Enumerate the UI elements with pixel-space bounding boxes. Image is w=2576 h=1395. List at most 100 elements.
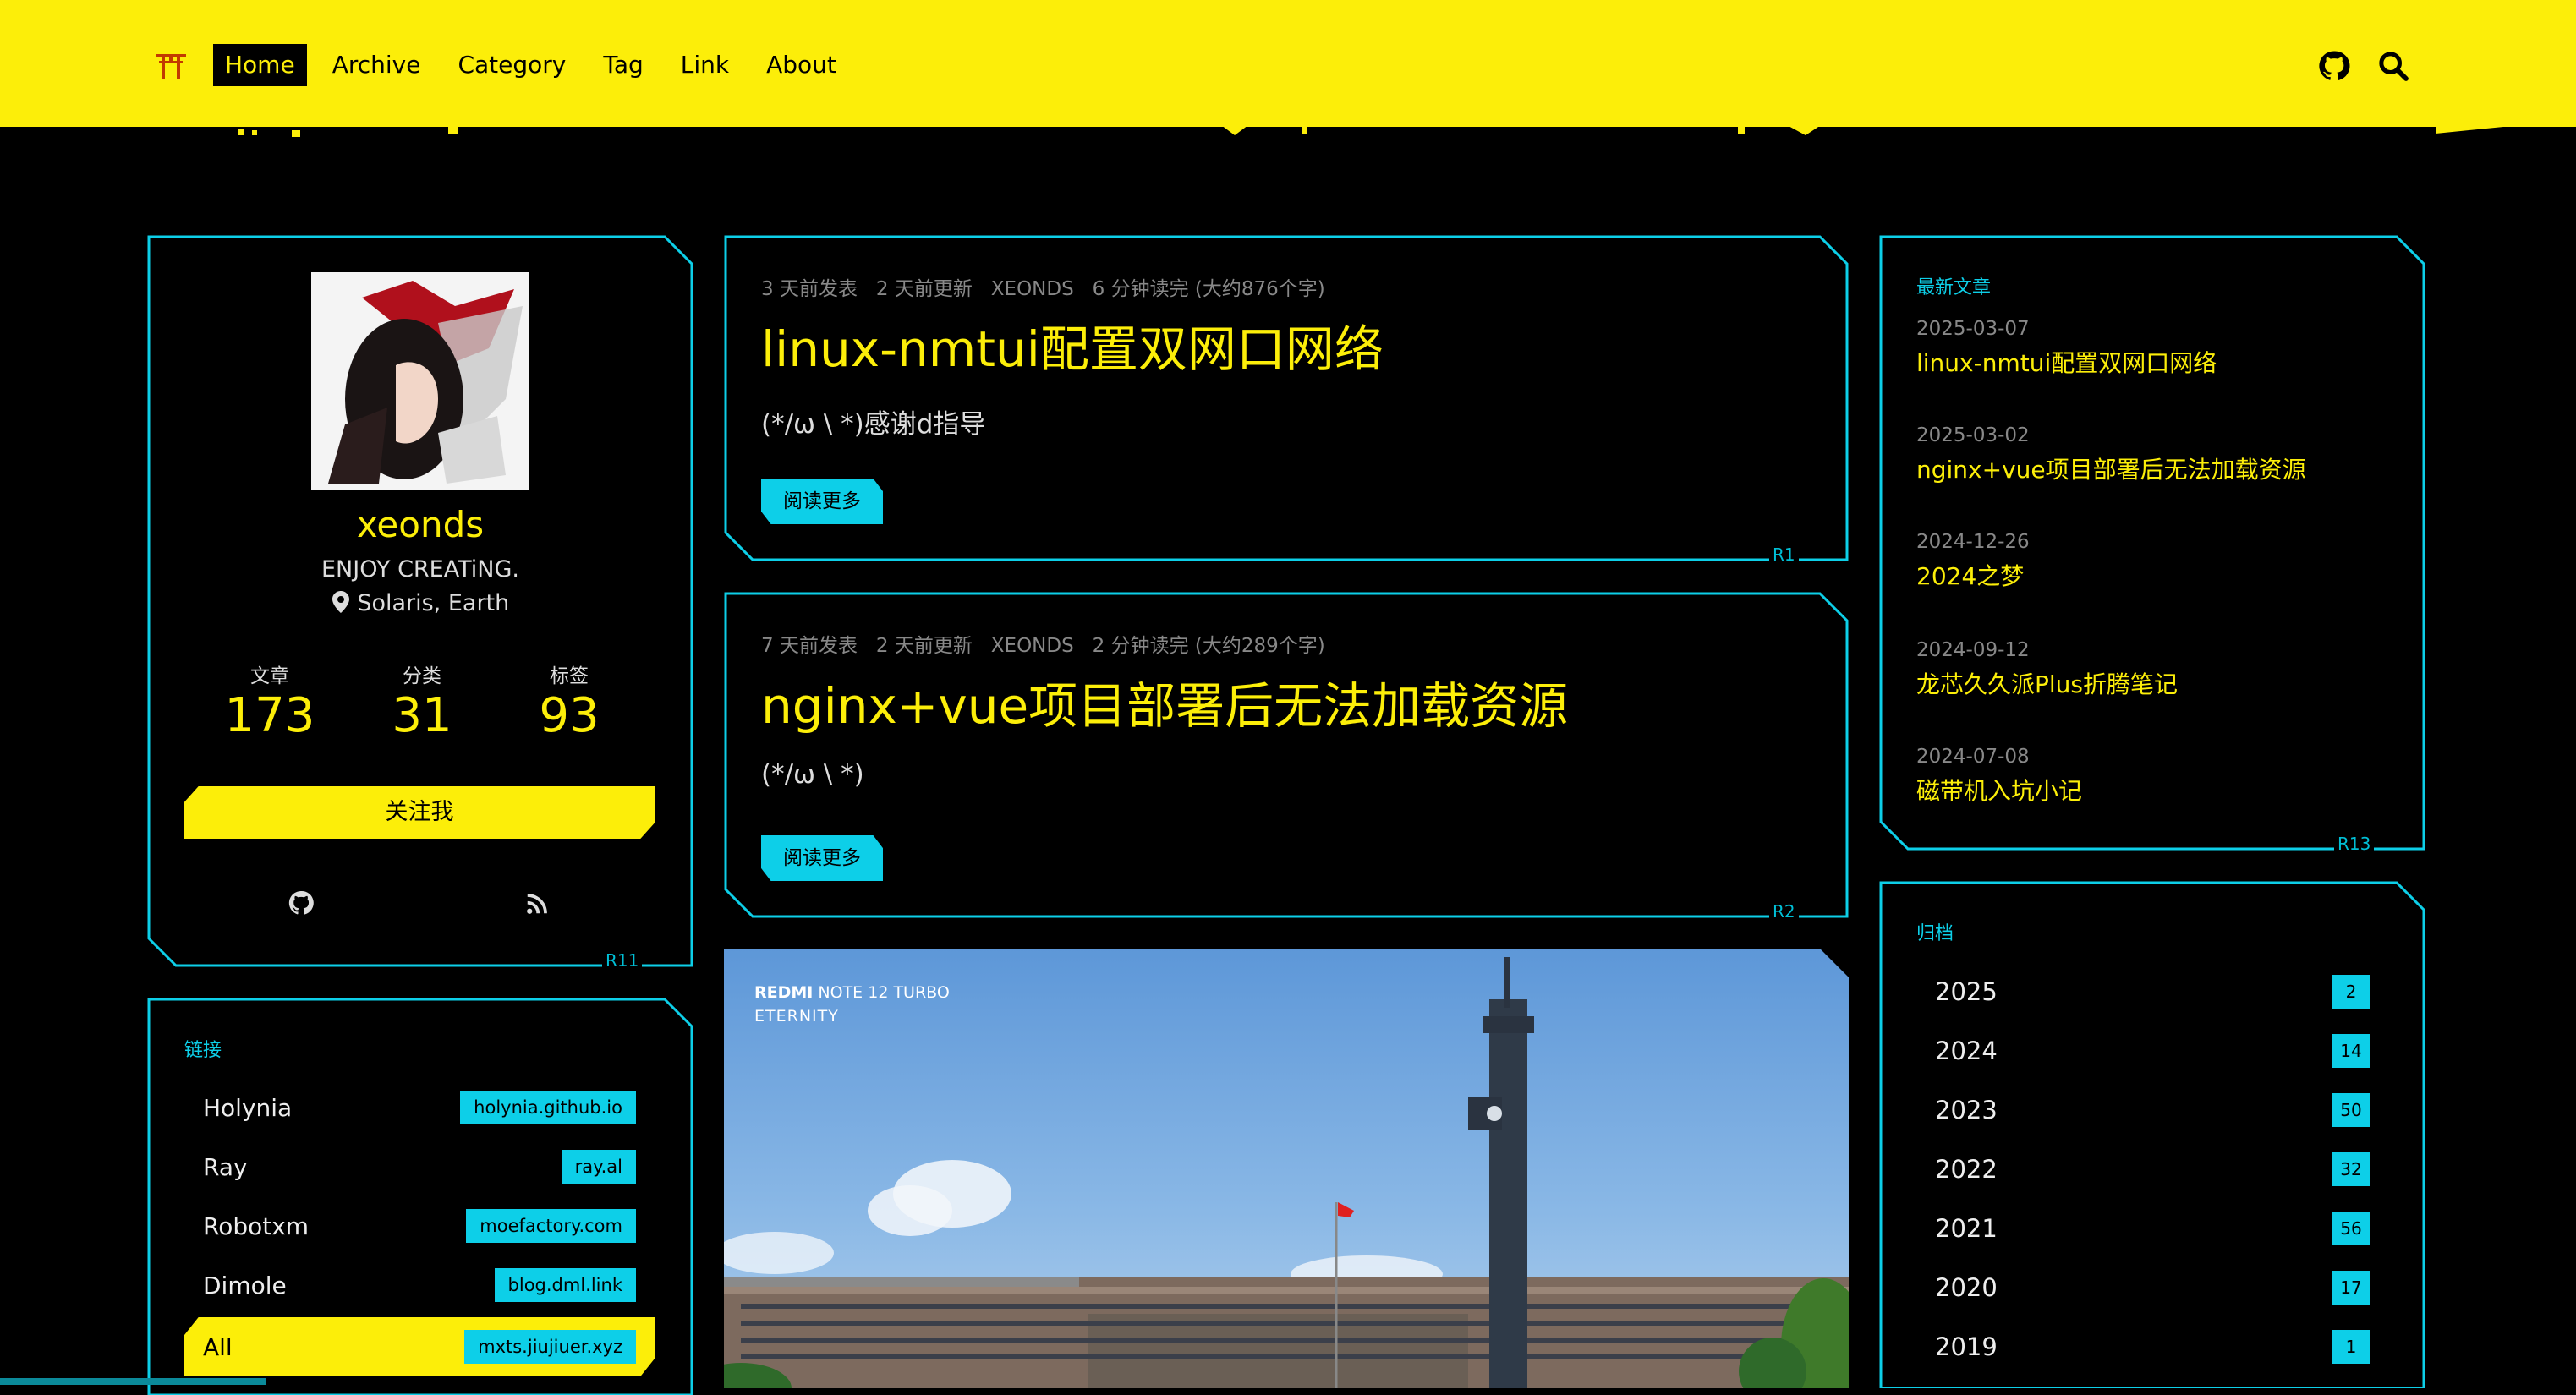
link-item[interactable]: Ray ray.al [184, 1143, 655, 1190]
archive-year[interactable]: 2021 56 [1935, 1207, 2370, 1250]
link-name: Ray [203, 1152, 248, 1181]
archive-year[interactable]: 2022 32 [1935, 1148, 2370, 1190]
photo-watermark: REDMI NOTE 12 TURBO ETERNITY [754, 981, 950, 1028]
archive-year[interactable]: 2024 14 [1935, 1030, 2370, 1072]
avatar [311, 272, 529, 490]
archive-year[interactable]: 2019 1 [1935, 1326, 2370, 1368]
archive-count: 1 [2332, 1330, 2370, 1364]
profile-card: xeonds ENJOY CREATiNG. Solaris, Earth 文章… [147, 235, 693, 971]
archive-count: 14 [2332, 1034, 2370, 1068]
archive-count: 56 [2332, 1212, 2370, 1245]
link-item[interactable]: Holynia holynia.github.io [184, 1084, 655, 1131]
archive-count: 32 [2332, 1152, 2370, 1186]
archive-year[interactable]: 2023 50 [1935, 1089, 2370, 1131]
archive-year-label: 2019 [1935, 1332, 1998, 1361]
post-author[interactable]: XEONDS [991, 278, 1074, 300]
github-icon[interactable] [2317, 49, 2351, 83]
link-url: moefactory.com [466, 1209, 636, 1243]
link-url: blog.dml.link [494, 1268, 636, 1302]
nav-archive[interactable]: Archive [321, 44, 433, 86]
archive-card: 归档 2025 2 2024 14 2023 50 2022 32 2021 5… [1879, 881, 2425, 1388]
post-updated: 2 天前更新 [875, 635, 973, 657]
recent-post-title[interactable]: nginx+vue项目部署后无法加载资源 [1916, 451, 2306, 485]
recent-post-item[interactable]: 2025-03-07 linux-nmtui配置双网口网络 [1916, 318, 2217, 379]
link-name: Dimole [203, 1271, 287, 1299]
nav-link[interactable]: Link [669, 44, 741, 86]
watermark-subtitle: ETERNITY [754, 1007, 839, 1026]
torii-logo-icon[interactable] [152, 49, 189, 83]
github-icon[interactable] [288, 889, 315, 916]
recent-post-item[interactable]: 2024-07-08 磁带机入坑小记 [1916, 746, 2082, 807]
link-name: All [203, 1332, 233, 1361]
recent-post-title[interactable]: 2024之梦 [1916, 558, 2030, 592]
archive-year-label: 2023 [1935, 1096, 1998, 1124]
post-author[interactable]: XEONDS [991, 635, 1074, 657]
follow-button[interactable]: 关注我 [184, 786, 655, 839]
read-more-button[interactable]: 阅读更多 [761, 835, 883, 881]
recent-post-title[interactable]: 磁带机入坑小记 [1916, 773, 2082, 807]
link-item[interactable]: Robotxm moefactory.com [184, 1202, 655, 1250]
link-item[interactable]: Dimole blog.dml.link [184, 1261, 655, 1309]
link-url: holynia.github.io [460, 1091, 636, 1124]
stat-value: 31 [392, 688, 452, 743]
stat-posts[interactable]: 文章 173 [206, 659, 333, 743]
profile-location: Solaris, Earth [147, 590, 693, 616]
post-title[interactable]: nginx+vue项目部署后无法加载资源 [761, 666, 1568, 737]
archive-year[interactable]: 2025 2 [1935, 971, 2370, 1013]
nav-tag[interactable]: Tag [591, 44, 655, 86]
archive-title: 归档 [1916, 923, 1954, 944]
recent-post-item[interactable]: 2024-12-26 2024之梦 [1916, 531, 2030, 592]
panel-frame [1879, 881, 2425, 1388]
archive-year-label: 2022 [1935, 1155, 1998, 1184]
recent-post-item[interactable]: 2024-09-12 龙芯久久派Plus折腾笔记 [1916, 639, 2178, 700]
panel-tag: R1 [1769, 544, 1799, 565]
rss-icon[interactable] [524, 891, 550, 916]
navbar-notch-decoration [0, 110, 2576, 137]
recent-post-date: 2025-03-02 [1916, 424, 2030, 446]
recent-post-item[interactable]: 2025-03-02 nginx+vue项目部署后无法加载资源 [1916, 424, 2306, 485]
post-reading-time: 6 分钟读完 (大约876个字) [1092, 278, 1325, 300]
stat-value: 173 [224, 688, 315, 743]
stat-value: 93 [539, 688, 600, 743]
archive-year-label: 2020 [1935, 1273, 1998, 1302]
stat-label: 文章 [250, 665, 289, 687]
post-excerpt: (*/ω \ *) [761, 759, 864, 790]
recent-post-title[interactable]: 龙芯久久派Plus折腾笔记 [1916, 666, 2178, 700]
read-more-button[interactable]: 阅读更多 [761, 479, 883, 524]
archive-count: 2 [2332, 975, 2370, 1009]
post-title[interactable]: linux-nmtui配置双网口网络 [761, 309, 1384, 380]
recent-post-title[interactable]: linux-nmtui配置双网口网络 [1916, 345, 2217, 379]
main-nav: Home Archive Category Tag Link About [213, 44, 848, 86]
link-item-all[interactable]: All mxts.jiujiuer.xyz [184, 1317, 655, 1376]
archive-year[interactable]: 2020 17 [1935, 1266, 2370, 1309]
stat-categories[interactable]: 分类 31 [359, 659, 485, 743]
post-excerpt: (*/ω \ *)感谢d指导 [761, 409, 986, 440]
recent-post-date: 2024-12-26 [1916, 531, 2030, 553]
photo-post-card[interactable]: REDMI NOTE 12 TURBO ETERNITY [724, 949, 1849, 1388]
archive-year-label: 2025 [1935, 977, 1998, 1006]
post-card: 3 天前发表 2 天前更新 XEONDS 6 分钟读完 (大约876个字) li… [724, 235, 1849, 565]
watermark-model: NOTE 12 TURBO [818, 983, 950, 1002]
nav-home[interactable]: Home [213, 44, 307, 86]
search-icon[interactable] [2376, 49, 2410, 83]
profile-name: xeonds [356, 504, 485, 545]
link-url: mxts.jiujiuer.xyz [464, 1330, 636, 1364]
post-published: 3 天前发表 [761, 278, 858, 300]
post-card: 7 天前发表 2 天前更新 XEONDS 2 分钟读完 (大约289个字) ng… [724, 592, 1849, 922]
links-title: 链接 [184, 1040, 222, 1061]
panel-tag: R2 [1769, 901, 1799, 922]
panel-tag: R11 [602, 950, 643, 971]
profile-motto: ENJOY CREATiNG. [321, 556, 519, 583]
watermark-brand: REDMI [754, 983, 814, 1002]
link-url: ray.al [561, 1150, 636, 1184]
nav-category[interactable]: Category [446, 44, 578, 86]
stat-tags[interactable]: 标签 93 [506, 659, 633, 743]
recent-post-date: 2024-09-12 [1916, 639, 2030, 661]
post-published: 7 天前发表 [761, 635, 858, 657]
recent-posts-card: 最新文章 2025-03-07 linux-nmtui配置双网口网络 2025-… [1879, 235, 2425, 854]
page-progress-bar [0, 1378, 266, 1385]
nav-about[interactable]: About [754, 44, 848, 86]
post-updated: 2 天前更新 [875, 278, 973, 300]
archive-count: 17 [2332, 1271, 2370, 1305]
links-card: 链接 Holynia holynia.github.io Ray ray.al … [147, 998, 693, 1395]
